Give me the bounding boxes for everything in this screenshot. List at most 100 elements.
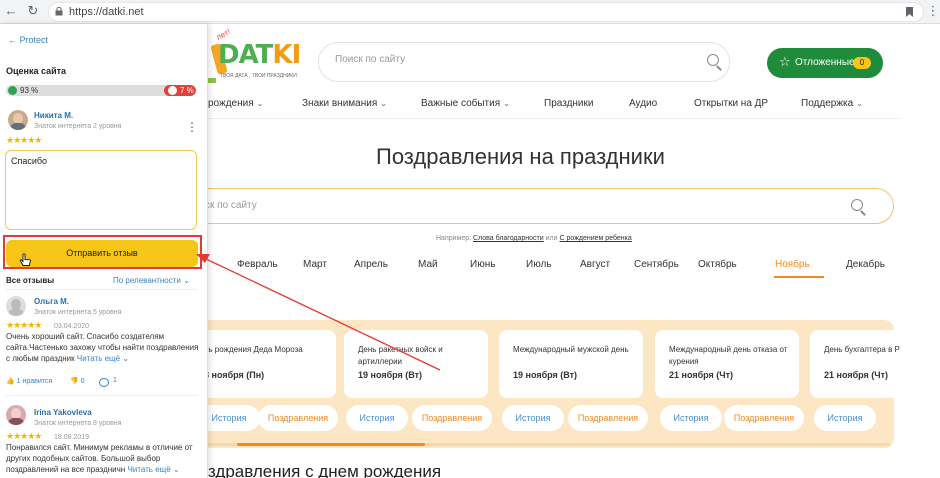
avatar <box>6 296 26 316</box>
read-more-link[interactable]: Читать ещё <box>127 465 170 474</box>
chevron-down-icon: ⌄ <box>183 276 190 285</box>
holiday-date: 21 ноября (Чт) <box>824 370 888 380</box>
saved-label: Отложенные <box>795 57 855 68</box>
holiday-card[interactable]: нь рождения Деда Мороза 8 ноября (Пн) <box>190 330 336 398</box>
site-search-input[interactable] <box>335 54 675 65</box>
review-date: 03.04.2020 <box>54 323 90 330</box>
logo-brand: DATKI <box>218 40 301 70</box>
search-icon[interactable] <box>851 199 867 216</box>
panel-back-link[interactable]: ← Protect <box>8 35 48 45</box>
review-panel: ← Protect Оценка сайта 93 % 7 % Никита М… <box>0 24 208 478</box>
dislike-count: 0 <box>80 378 85 385</box>
reviewer-name[interactable]: Ольга М. <box>34 297 69 306</box>
page-title: Поздравления на праздники <box>376 144 665 169</box>
chevron-down-icon: ⌄ <box>503 99 510 108</box>
logo-brand-part1: DAT <box>218 40 273 70</box>
nav-item-attention[interactable]: Знаки внимания ⌄ <box>302 98 387 109</box>
month-tab[interactable]: Сентябрь <box>634 259 679 270</box>
month-tab[interactable]: Июль <box>526 259 552 270</box>
nav-item-audio[interactable]: Аудио <box>629 98 657 109</box>
sort-dropdown[interactable]: По релевантности ⌄ <box>113 276 190 285</box>
month-tab[interactable]: Декабрь <box>846 259 885 270</box>
holiday-card[interactable]: День бухгалтера в Р 21 ноября (Чт) <box>810 330 900 398</box>
browser-toolbar: ← ↻ https://datki.net ⋮ <box>0 0 940 24</box>
month-tab-active[interactable]: Ноябрь <box>775 259 810 270</box>
greetings-button[interactable]: Поздравления <box>568 405 648 431</box>
chevron-down-icon: ⌄ <box>856 99 863 108</box>
chevron-down-icon: ⌄ <box>256 99 264 108</box>
reload-icon[interactable]: ↻ <box>26 4 40 18</box>
divider <box>6 395 198 396</box>
smile-icon <box>8 86 17 95</box>
hand-cursor-icon <box>19 253 31 266</box>
history-button[interactable]: История <box>346 405 408 431</box>
address-bar[interactable]: https://datki.net <box>48 2 924 22</box>
greetings-button[interactable]: Поздравления <box>258 405 338 431</box>
hint-link-newborn[interactable]: С рождением ребенка <box>559 235 631 242</box>
greetings-button[interactable]: Поздравления <box>412 405 492 431</box>
month-tab[interactable]: Май <box>418 259 438 270</box>
bookmark-icon[interactable] <box>906 7 913 17</box>
review-stars: ★★★★★ <box>6 431 42 441</box>
holiday-card[interactable]: День ракетных войск и артиллерии 19 нояб… <box>344 330 488 398</box>
saved-button[interactable]: ☆ Отложенные 0 <box>767 48 883 78</box>
nav-label: Поддержка <box>801 98 854 109</box>
rating-stars-input[interactable]: ★★★★★ <box>6 135 42 146</box>
month-tab[interactable]: Март <box>303 259 327 270</box>
nav-label: Праздники <box>544 98 594 109</box>
dislike-button[interactable]: 👎 0 <box>70 377 85 385</box>
rating-negative: 7 % <box>164 85 196 96</box>
reviewer-name[interactable]: Irina Yakovleva <box>34 408 92 417</box>
review-text-field[interactable]: Спасибо <box>11 156 191 224</box>
nav-item-holidays[interactable]: Праздники <box>544 98 593 109</box>
highlight-box <box>3 235 202 269</box>
history-button[interactable]: История <box>502 405 564 431</box>
nav-label: рождения <box>208 98 254 109</box>
nav-item-birthday[interactable]: рождения ⌄ <box>208 98 263 109</box>
carousel-scrollbar-thumb[interactable] <box>237 443 425 446</box>
history-button[interactable]: История <box>660 405 722 431</box>
nav-item-support[interactable]: Поддержка ⌄ <box>801 98 863 109</box>
reviewer-level: Знаток интернета 8 уровня <box>34 420 122 427</box>
site-logo[interactable]: лет! DATKI ТВОЯ ДАТА , ТВОИ ПРАЗДНИКИ <box>200 27 310 84</box>
nav-label: Аудио <box>629 98 658 109</box>
logo-brand-part2: KI <box>272 40 301 70</box>
all-reviews-label: Все отзывы <box>6 276 55 285</box>
divider <box>6 289 198 290</box>
read-more-link[interactable]: Читать ещё <box>77 354 120 363</box>
holiday-search-input[interactable] <box>205 200 805 211</box>
holiday-search-box <box>190 188 894 224</box>
greetings-button[interactable]: Поздравления <box>724 405 804 431</box>
more-options-icon[interactable]: ⋮ <box>186 121 198 133</box>
current-user-name[interactable]: Никита М. <box>34 111 73 120</box>
chevron-down-icon: ⌄ <box>120 354 129 363</box>
back-arrow-icon[interactable]: ← <box>4 4 18 18</box>
browser-menu-icon[interactable]: ⋮ <box>926 4 940 18</box>
search-hint: Например: Слова благодарности или С рожд… <box>436 235 632 242</box>
logo-tagline: ТВОЯ ДАТА , ТВОИ ПРАЗДНИКИ <box>220 73 297 79</box>
panel-title: Оценка сайта <box>6 66 67 76</box>
history-button[interactable]: История <box>814 405 876 431</box>
month-tab[interactable]: Август <box>580 259 610 270</box>
saved-count-badge: 0 <box>853 57 871 69</box>
negative-percent: 7 % <box>180 86 194 95</box>
month-tab[interactable]: Февраль <box>237 259 278 270</box>
hint-link-gratitude[interactable]: Слова благодарности <box>473 235 544 242</box>
holiday-card[interactable]: Международный мужской день 19 ноября (Вт… <box>499 330 643 398</box>
holiday-date: 19 ноября (Вт) <box>358 370 423 380</box>
search-icon[interactable] <box>707 54 723 71</box>
nav-label: Открытки на ДР <box>694 98 769 109</box>
month-tab[interactable]: Октябрь <box>698 259 737 270</box>
current-user-level: Знаток интернета 2 уровня <box>34 123 122 130</box>
rating-positive: 93 % <box>6 85 183 96</box>
comment-icon[interactable] <box>99 378 109 387</box>
holiday-date: 21 ноября (Чт) <box>669 370 733 380</box>
nav-item-events[interactable]: Важные события ⌄ <box>421 98 510 109</box>
holiday-date: 8 ноября (Пн) <box>204 370 265 380</box>
month-tab[interactable]: Июнь <box>470 259 495 270</box>
nav-item-cards[interactable]: Открытки на ДР <box>694 98 768 109</box>
month-tab[interactable]: Апрель <box>354 259 388 270</box>
avatar <box>6 405 26 425</box>
like-button[interactable]: 👍 1 нравится <box>6 377 52 385</box>
holiday-card[interactable]: Международный день отказа от курения 21 … <box>655 330 799 398</box>
